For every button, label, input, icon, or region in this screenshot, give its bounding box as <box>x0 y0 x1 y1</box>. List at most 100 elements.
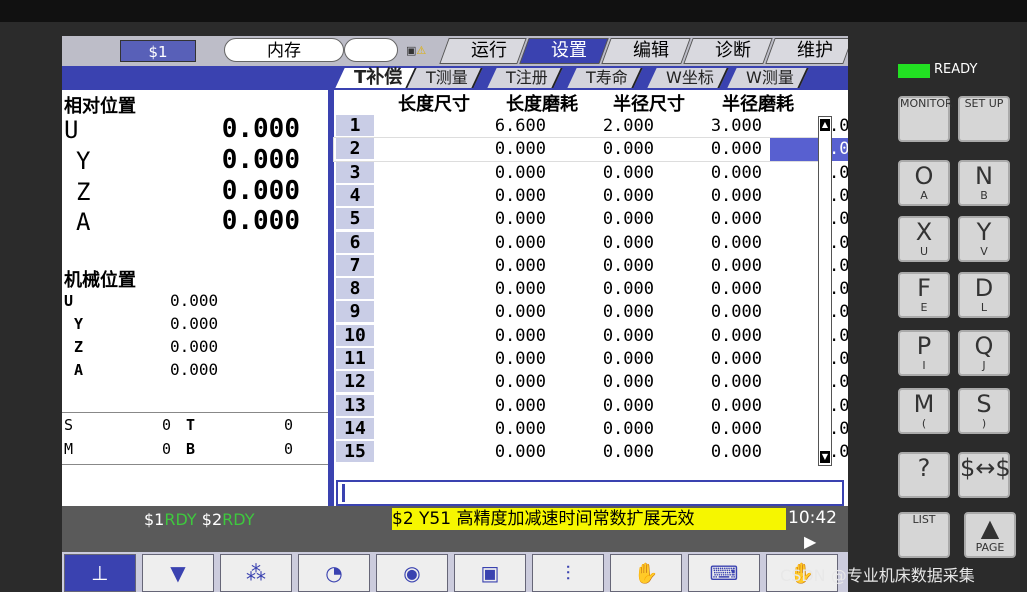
offset-cell[interactable]: 0.000 <box>554 418 654 441</box>
offset-cell[interactable]: 0.000 <box>446 162 546 185</box>
work-coord-fkey-icon[interactable]: ◉ <box>376 554 448 592</box>
offset-cell[interactable]: 2.000 <box>554 115 654 138</box>
table-row[interactable]: 7 0.000 0.000 0.000 0.000 <box>334 254 848 278</box>
offset-cell[interactable]: 0.000 <box>770 255 848 278</box>
key-d[interactable]: DL <box>958 272 1010 318</box>
offset-cell[interactable]: 0.000 <box>770 162 848 185</box>
offset-cell[interactable]: 0.000 <box>554 441 654 464</box>
subtab-tool-measure[interactable]: T测量 <box>407 68 483 88</box>
table-row[interactable]: 2 0.000 0.000 0.000 0.000 <box>333 137 848 163</box>
table-row[interactable]: 8 0.000 0.000 0.000 0.000 <box>334 278 848 301</box>
offset-cell[interactable]: 3.000 <box>662 115 762 138</box>
tool-measure-fkey-icon[interactable]: ▼ <box>142 554 214 592</box>
table-row[interactable]: 14 0.000 0.000 0.000 0.000 <box>334 417 848 441</box>
setup-icon[interactable]: SET UP <box>958 96 1010 142</box>
offset-cell[interactable]: 0.000 <box>554 138 654 161</box>
offset-cell[interactable]: 0.000 <box>770 395 848 418</box>
offset-cell[interactable]: 0.000 <box>770 325 848 348</box>
table-row[interactable]: 1 6.600 2.000 3.000 4.000 <box>334 115 848 138</box>
subtab-tool-offset[interactable]: T补偿 <box>335 67 417 88</box>
key-q[interactable]: QJ <box>958 330 1010 376</box>
offset-cell[interactable]: 0.000 <box>770 371 848 394</box>
key-f[interactable]: FE <box>898 272 950 318</box>
offset-cell[interactable]: 0.000 <box>662 348 762 371</box>
offset-cell[interactable]: 6.600 <box>446 115 546 138</box>
tab-diagnose[interactable]: 诊断 <box>683 38 773 64</box>
offset-cell[interactable]: 0.000 <box>554 255 654 278</box>
offset-cell[interactable]: 0.000 <box>554 162 654 185</box>
key-y[interactable]: YV <box>958 216 1010 262</box>
table-row[interactable]: 6 0.000 0.000 0.000 0.000 <box>334 231 848 255</box>
offset-cell[interactable]: 0.000 <box>446 325 546 348</box>
offset-cell[interactable]: 0.000 <box>554 232 654 255</box>
help-icon[interactable]: ? <box>898 452 950 498</box>
table-row[interactable]: 13 0.000 0.000 0.000 0.000 <box>334 394 848 418</box>
offset-cell[interactable]: 0.000 <box>446 301 546 324</box>
offset-cell[interactable]: 0.000 <box>662 185 762 208</box>
offset-cell[interactable]: 0.000 <box>770 441 848 464</box>
table-row[interactable]: 11 0.000 0.000 0.000 0.000 <box>334 348 848 371</box>
offset-cell[interactable]: 0.000 <box>662 395 762 418</box>
key-m[interactable]: M( <box>898 388 950 434</box>
key-x[interactable]: XU <box>898 216 950 262</box>
table-row[interactable]: 12 0.000 0.000 0.000 0.000 <box>334 371 848 394</box>
offset-cell[interactable]: 0.000 <box>770 138 848 162</box>
offset-cell[interactable]: 0.000 <box>554 278 654 301</box>
offset-cell[interactable]: 0.000 <box>554 325 654 348</box>
parameter-fkey-icon[interactable]: ⫶ <box>532 554 604 592</box>
tab-maintain[interactable]: 维护 <box>765 38 848 64</box>
mdi-fkey-icon[interactable]: ⌨ <box>688 554 760 592</box>
subtab-work-measure[interactable]: W测量 <box>727 68 809 88</box>
tool-offset-fkey-icon[interactable]: ⊥ <box>64 554 136 592</box>
offset-cell[interactable]: 0.000 <box>662 441 762 464</box>
table-row[interactable]: 4 0.000 0.000 0.000 0.000 <box>334 184 848 208</box>
offset-cell[interactable]: 0.000 <box>662 232 762 255</box>
subtab-work-coord[interactable]: W坐标 <box>647 68 729 88</box>
offset-cell[interactable]: 0.000 <box>554 395 654 418</box>
scroll-down-icon[interactable]: ▼ <box>820 451 830 463</box>
key-n[interactable]: NB <box>958 160 1010 206</box>
offset-cell[interactable]: 0.000 <box>662 418 762 441</box>
offset-cell[interactable]: 0.000 <box>770 185 848 208</box>
offset-cell[interactable]: 0.000 <box>554 208 654 231</box>
offset-cell[interactable]: 0.000 <box>770 301 848 324</box>
table-scrollbar[interactable]: ▲ ▼ <box>818 116 832 466</box>
offset-cell[interactable]: 0.000 <box>446 255 546 278</box>
tool-life-fkey-icon[interactable]: ◔ <box>298 554 370 592</box>
monitor-icon[interactable]: MONITOR <box>898 96 953 142</box>
tab-run[interactable]: 运行 <box>439 38 527 64</box>
table-row[interactable]: 10 0.000 0.000 0.000 0.000 <box>334 324 848 348</box>
offset-cell[interactable]: 0.000 <box>446 348 546 371</box>
key-p[interactable]: PI <box>898 330 950 376</box>
offset-cell[interactable]: 0.000 <box>446 418 546 441</box>
play-arrow-icon[interactable]: ▶ <box>804 532 816 551</box>
offset-cell[interactable]: 0.000 <box>770 278 848 301</box>
offset-cell[interactable]: 0.000 <box>770 348 848 371</box>
offset-cell[interactable]: 0.000 <box>446 138 546 161</box>
offset-cell[interactable]: 0.000 <box>662 162 762 185</box>
work-measure-fkey-icon[interactable]: ▣ <box>454 554 526 592</box>
page-up-icon[interactable]: ▲ PAGE <box>964 512 1016 558</box>
switch-icon[interactable]: $↔$ <box>958 452 1011 498</box>
offset-cell[interactable]: 0.000 <box>662 208 762 231</box>
offset-cell[interactable]: 0.000 <box>554 348 654 371</box>
input-line[interactable] <box>336 480 844 506</box>
tab-edit[interactable]: 编辑 <box>601 38 691 64</box>
table-row[interactable]: 5 0.000 0.000 0.000 0.000 <box>334 208 848 231</box>
offset-cell[interactable]: 0.000 <box>554 371 654 394</box>
offset-cell[interactable]: 0.000 <box>662 371 762 394</box>
key-o[interactable]: OA <box>898 160 950 206</box>
offset-cell[interactable]: 0.000 <box>446 232 546 255</box>
subtab-tool-register[interactable]: T注册 <box>487 68 563 88</box>
offset-cell[interactable]: 4.000 <box>770 115 848 138</box>
system-tab[interactable]: $1 <box>120 40 196 62</box>
offset-cell[interactable]: 0.000 <box>446 371 546 394</box>
offset-cell[interactable]: 0.000 <box>770 232 848 255</box>
tool-register-fkey-icon[interactable]: ⁂ <box>220 554 292 592</box>
table-row[interactable]: 15 0.000 0.000 0.000 0.000 <box>334 441 848 464</box>
offset-cell[interactable]: 0.000 <box>446 278 546 301</box>
offset-cell[interactable]: 0.000 <box>554 185 654 208</box>
subtab-tool-life[interactable]: T寿命 <box>567 68 643 88</box>
table-row[interactable]: 9 0.000 0.000 0.000 0.000 <box>334 301 848 324</box>
offset-cell[interactable]: 0.000 <box>446 395 546 418</box>
